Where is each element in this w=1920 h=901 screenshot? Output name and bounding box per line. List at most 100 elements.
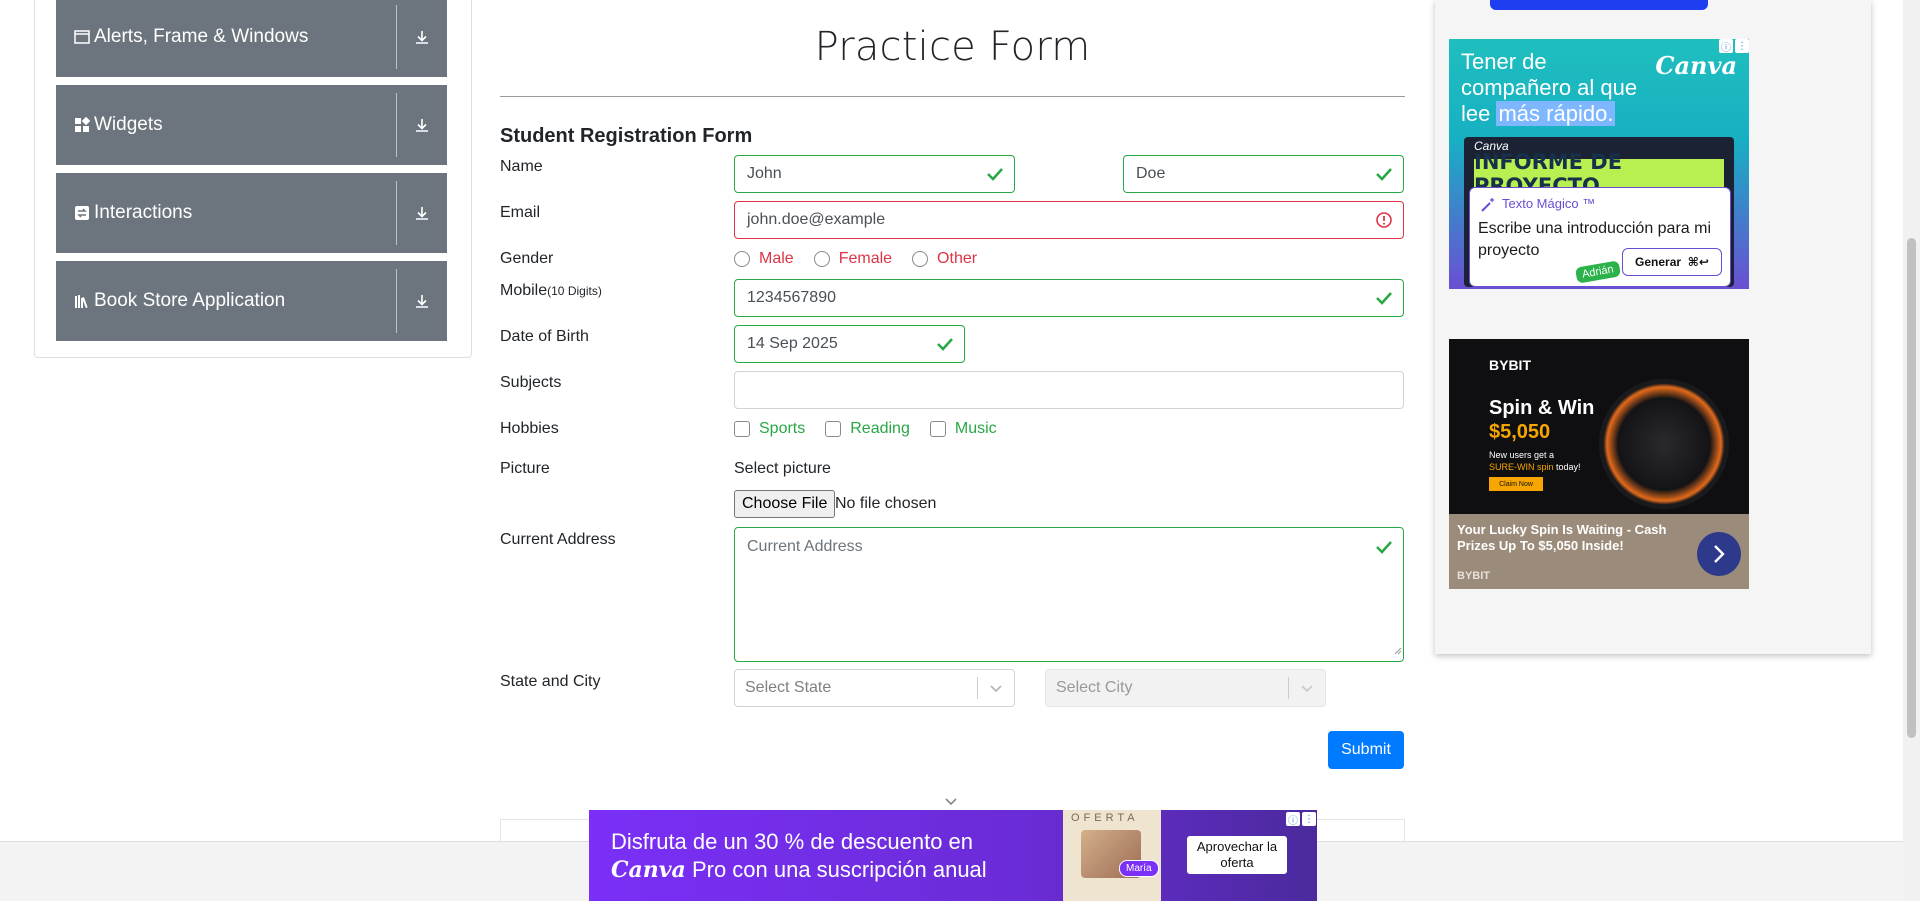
subjects-label: Subjects: [500, 374, 562, 391]
mobile-label: Mobile(10 Digits): [500, 282, 602, 300]
shortcut-label: ⌘↩: [1687, 255, 1709, 269]
radio-circle[interactable]: [813, 251, 830, 267]
ad-caption: Your Lucky Spin Is Waiting - Cash Prizes…: [1457, 522, 1667, 553]
canva-logo: Canva: [1655, 51, 1737, 80]
valid-check-icon: [1375, 538, 1393, 561]
gender-label: Gender: [500, 250, 554, 267]
mobile-value: 1234567890: [747, 289, 836, 306]
address-label: Current Address: [500, 531, 616, 548]
interactions-icon: [74, 205, 90, 221]
ad-options-icon[interactable]: ⋮: [1735, 39, 1749, 53]
radio-label: Male: [759, 250, 794, 267]
subjects-input[interactable]: [734, 371, 1404, 409]
checkbox-box[interactable]: [825, 421, 842, 437]
sidebar-group-widgets[interactable]: Widgets: [56, 85, 447, 165]
ad-options-icon[interactable]: ⋮: [1302, 812, 1316, 826]
bybit-logo: BYBIT: [1489, 357, 1531, 373]
ad-small-text: New users get a SURE-WIN spin today!: [1489, 449, 1581, 473]
download-icon[interactable]: [397, 0, 447, 77]
widgets-icon: [74, 117, 90, 133]
gender-male-radio[interactable]: Male: [734, 250, 794, 268]
sidebar-group-label: Interactions: [94, 202, 193, 223]
radio-circle[interactable]: [912, 251, 929, 267]
radio-label: Other: [937, 250, 978, 267]
hobby-music-checkbox[interactable]: Music: [929, 420, 997, 438]
canva-banner-ad[interactable]: Disfruta de un 30 % de descuento en Canva…: [589, 810, 1317, 901]
sidebar-group-label: Alerts, Frame & Windows: [94, 26, 309, 47]
ad-info-icon[interactable]: ⓘ: [1286, 812, 1300, 827]
state-placeholder: Select State: [745, 679, 832, 696]
email-label: Email: [500, 204, 541, 221]
last-name-value: Doe: [1136, 165, 1166, 182]
valid-check-icon: [936, 335, 954, 353]
banner-text: Disfruta de un 30 % de descuento en Canva…: [611, 828, 1051, 884]
sidebar-group-book-store[interactable]: Book Store Application: [56, 261, 447, 341]
download-icon[interactable]: [397, 173, 447, 253]
ad-top-button[interactable]: [1490, 0, 1708, 10]
gender-female-radio[interactable]: Female: [813, 250, 892, 268]
current-address-textarea[interactable]: Current Address: [734, 527, 1404, 662]
chevron-down-icon[interactable]: [943, 793, 959, 811]
submit-button[interactable]: Submit: [1328, 731, 1404, 769]
first-name-input[interactable]: John: [734, 155, 1015, 193]
gender-other-radio[interactable]: Other: [912, 250, 977, 268]
city-select[interactable]: Select City: [1045, 669, 1326, 707]
hobby-reading-checkbox[interactable]: Reading: [825, 420, 910, 438]
city-placeholder: Select City: [1056, 679, 1133, 696]
divider: [396, 181, 397, 245]
oferta-label: OFERTA: [1071, 812, 1139, 824]
valid-check-icon: [1375, 165, 1393, 183]
download-icon[interactable]: [397, 261, 447, 341]
hobbies-checkbox-group: Sports Reading Music: [734, 420, 1017, 438]
picture-label: Picture: [500, 460, 550, 477]
resize-handle-icon[interactable]: [1394, 642, 1402, 660]
generate-label: Generar: [1635, 255, 1682, 269]
ad-poster: Canva INFORME DE PROYECTO Texto Mágico ™…: [1464, 137, 1734, 287]
email-input[interactable]: john.doe@example: [734, 201, 1404, 239]
banner-text-1: Disfruta de un 30 % de descuento en: [611, 829, 974, 854]
scrollbar-thumb[interactable]: [1907, 238, 1916, 738]
ad-small-text-1: New users get a: [1489, 450, 1555, 460]
checkbox-box[interactable]: [734, 421, 750, 437]
chevron-right-icon[interactable]: [1697, 532, 1741, 576]
email-value: john.doe@example: [747, 211, 886, 228]
last-name-input[interactable]: Doe: [1123, 155, 1404, 193]
magic-text-popup: Texto Mágico ™ Escribe una introducción …: [1469, 187, 1731, 287]
dob-input[interactable]: 14 Sep 2025: [734, 325, 965, 363]
hobby-sports-checkbox[interactable]: Sports: [734, 420, 805, 438]
banner-canva-logo: Canva: [611, 857, 686, 883]
sidebar-group-label: Book Store Application: [94, 290, 286, 311]
first-name-value: John: [747, 165, 782, 182]
error-icon: [1375, 211, 1393, 229]
window-icon: [74, 29, 90, 45]
download-icon[interactable]: [397, 85, 447, 165]
state-select[interactable]: Select State: [734, 669, 1015, 707]
ad-info-icon[interactable]: ⓘ: [1719, 39, 1733, 54]
magic-wand-icon: [1480, 197, 1496, 218]
canva-ad[interactable]: Tener de compañero al que lee más rápido…: [1449, 39, 1749, 289]
popup-title: Texto Mágico ™: [1502, 196, 1596, 211]
poster-title: INFORME DE PROYECTO: [1474, 150, 1724, 198]
sidebar-group-alerts-frame-windows[interactable]: Alerts, Frame & Windows: [56, 0, 447, 77]
cta-button[interactable]: Aprovechar la oferta: [1187, 836, 1287, 874]
banner-photo: OFERTA María: [1063, 810, 1161, 901]
sidebar-group-interactions[interactable]: Interactions: [56, 173, 447, 253]
radio-circle[interactable]: [734, 251, 750, 267]
banner-text-2: Pro con una suscripción anual: [691, 857, 987, 882]
hobbies-label: Hobbies: [500, 420, 559, 437]
claim-now-button: Claim Now: [1489, 477, 1543, 491]
chevron-down-icon[interactable]: [978, 683, 1014, 693]
divider: [396, 5, 397, 69]
checkbox-box[interactable]: [929, 421, 946, 437]
ad-headline-highlight: más rápido.: [1496, 101, 1616, 126]
valid-check-icon: [986, 165, 1004, 183]
bybit-ad[interactable]: BYBIT Spin & Win $5,050 New users get a S…: [1449, 339, 1749, 589]
person-tag: María: [1119, 860, 1159, 877]
mobile-hint: (10 Digits): [547, 284, 602, 298]
chevron-down-icon[interactable]: [1289, 683, 1325, 693]
mobile-input[interactable]: 1234567890: [734, 279, 1404, 317]
form-subtitle: Student Registration Form: [500, 125, 753, 147]
books-icon: [74, 293, 90, 309]
choose-file-button[interactable]: Choose File: [734, 490, 836, 518]
ad-small-text-2: today!: [1556, 462, 1581, 472]
